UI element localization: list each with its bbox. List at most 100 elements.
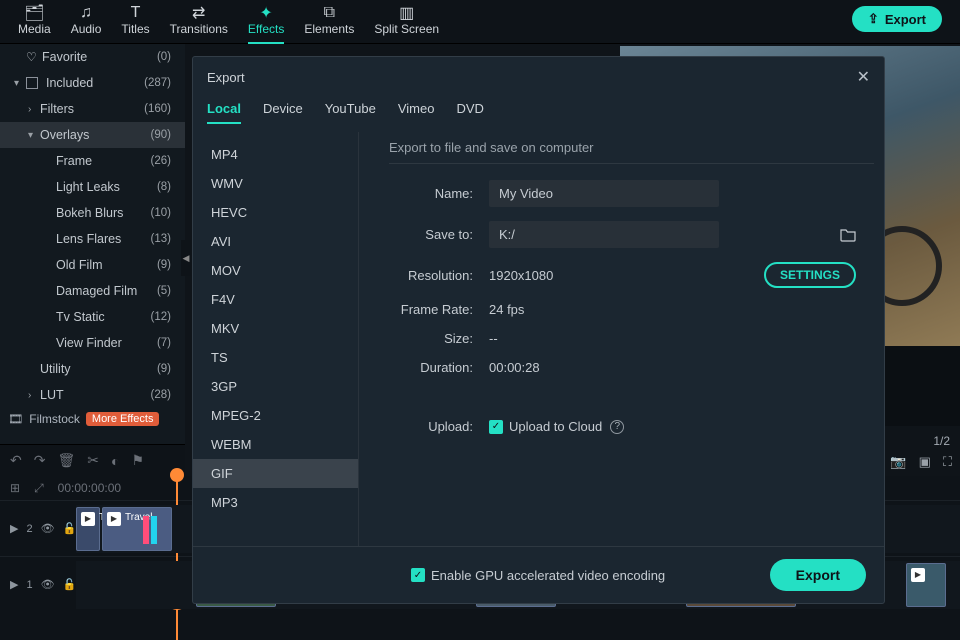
saveto-label: Save to:	[389, 227, 489, 242]
preview-fraction: 1/2	[933, 434, 950, 448]
tab-dvd[interactable]: DVD	[456, 97, 483, 124]
fullscreen-button[interactable]: ⛶	[943, 454, 952, 470]
format-mp3[interactable]: MP3	[193, 488, 358, 517]
duration-label: Duration:	[389, 360, 489, 375]
marker-button[interactable]: ⚑	[131, 452, 144, 469]
playhead[interactable]	[176, 476, 178, 640]
nav-effects[interactable]: ✦Effects	[238, 0, 294, 40]
add-track-button[interactable]: ⊞	[10, 481, 20, 495]
saveto-input[interactable]	[489, 221, 719, 248]
chevron-right-icon: ›	[28, 104, 40, 115]
more-effects-pill[interactable]: More Effects	[86, 412, 160, 426]
lock-icon[interactable]: 🔓	[63, 522, 77, 535]
sidebar-item-lens-flares[interactable]: Lens Flares(13)	[0, 226, 185, 252]
redo-button[interactable]: ↷	[34, 452, 46, 469]
browse-folder-button[interactable]	[840, 228, 856, 242]
text-icon: T	[131, 4, 141, 22]
panel-collapse-handle[interactable]: ◀	[181, 240, 191, 276]
chevron-right-icon: ›	[28, 390, 40, 401]
sidebar-filmstock[interactable]: 🎞FilmstockMore Effects	[0, 408, 185, 430]
export-heading: Export to file and save on computer	[389, 140, 874, 164]
format-mkv[interactable]: MKV	[193, 314, 358, 343]
chevron-down-icon: ▾	[14, 78, 26, 89]
help-icon[interactable]: ?	[610, 420, 624, 434]
upload-icon: ⇪	[868, 11, 879, 27]
sidebar-item-light-leaks[interactable]: Light Leaks(8)	[0, 174, 185, 200]
eye-icon[interactable]: 👁	[41, 522, 55, 535]
size-label: Size:	[389, 331, 489, 346]
nav-split-screen[interactable]: ▥Split Screen	[364, 0, 449, 40]
crop-button[interactable]: ◐	[111, 453, 119, 469]
nav-media[interactable]: 🗂Media	[8, 0, 61, 40]
upload-checkbox[interactable]: ✓	[489, 420, 503, 434]
upload-to-cloud-label: Upload to Cloud	[509, 419, 602, 434]
zoom-button[interactable]: ⤢	[34, 481, 44, 496]
quality-button[interactable]: ▣	[919, 454, 931, 470]
format-ts[interactable]: TS	[193, 343, 358, 372]
export-confirm-button[interactable]: Export	[770, 559, 866, 591]
name-input[interactable]	[489, 180, 719, 207]
export-button-top[interactable]: ⇪Export	[852, 6, 942, 32]
nav-transitions[interactable]: ⇄Transitions	[160, 0, 238, 40]
sidebar-item-damaged-film[interactable]: Damaged Film(5)	[0, 278, 185, 304]
format-mpeg2[interactable]: MPEG-2	[193, 401, 358, 430]
duration-value: 00:00:28	[489, 360, 540, 375]
timeline-clip[interactable]: ▶T	[76, 507, 100, 551]
sidebar-lut[interactable]: ›LUT(28)	[0, 382, 185, 408]
heart-icon: ♡	[26, 50, 42, 64]
cut-button[interactable]: ✂	[87, 452, 99, 469]
size-value: --	[489, 331, 498, 346]
dialog-title: Export	[207, 70, 857, 85]
tab-youtube[interactable]: YouTube	[325, 97, 376, 124]
sidebar-included[interactable]: ▾Included(287)	[0, 70, 185, 96]
upload-label: Upload:	[389, 419, 489, 434]
sidebar-item-view-finder[interactable]: View Finder(7)	[0, 330, 185, 356]
name-label: Name:	[389, 186, 489, 201]
tab-local[interactable]: Local	[207, 97, 241, 124]
sidebar-item-frame[interactable]: Frame(26)	[0, 148, 185, 174]
format-3gp[interactable]: 3GP	[193, 372, 358, 401]
lock-icon[interactable]: 🔓	[63, 578, 77, 591]
format-mp4[interactable]: MP4	[193, 140, 358, 169]
format-mov[interactable]: MOV	[193, 256, 358, 285]
filmstock-icon: 🎞	[8, 412, 23, 426]
gpu-checkbox[interactable]: ✓	[411, 568, 425, 582]
framerate-value: 24 fps	[489, 302, 524, 317]
undo-button[interactable]: ↶	[10, 452, 22, 469]
tab-vimeo[interactable]: Vimeo	[398, 97, 435, 124]
delete-button[interactable]: 🗑	[57, 452, 75, 469]
nav-titles[interactable]: TTitles	[111, 0, 159, 40]
shapes-icon: ⧉	[324, 4, 335, 22]
format-hevc[interactable]: HEVC	[193, 198, 358, 227]
gpu-checkbox-row[interactable]: ✓Enable GPU accelerated video encoding	[411, 568, 665, 583]
tab-device[interactable]: Device	[263, 97, 303, 124]
export-dialog: Export ✕ Local Device YouTube Vimeo DVD …	[192, 56, 885, 604]
format-f4v[interactable]: F4V	[193, 285, 358, 314]
sidebar-item-old-film[interactable]: Old Film(9)	[0, 252, 185, 278]
format-wmv[interactable]: WMV	[193, 169, 358, 198]
eye-icon[interactable]: 👁	[41, 578, 55, 591]
sidebar-utility[interactable]: Utility(9)	[0, 356, 185, 382]
timeline-clip[interactable]: ▶Travel	[102, 507, 172, 551]
nav-audio[interactable]: ♫Audio	[61, 0, 112, 40]
format-avi[interactable]: AVI	[193, 227, 358, 256]
folder-icon	[840, 228, 856, 242]
sidebar-item-bokeh-blurs[interactable]: Bokeh Blurs(10)	[0, 200, 185, 226]
close-button[interactable]: ✕	[857, 67, 870, 87]
sidebar-overlays[interactable]: ▾Overlays(90)	[0, 122, 185, 148]
snapshot-button[interactable]: 📷	[890, 454, 906, 470]
format-webm[interactable]: WEBM	[193, 430, 358, 459]
nav-elements[interactable]: ⧉Elements	[294, 0, 364, 40]
sidebar-filters[interactable]: ›Filters(160)	[0, 96, 185, 122]
resolution-value: 1920x1080	[489, 268, 553, 283]
sparkle-icon: ✦	[259, 4, 272, 22]
sidebar-item-tv-static[interactable]: Tv Static(12)	[0, 304, 185, 330]
timeline-clip[interactable]: ▶	[906, 563, 946, 607]
settings-button[interactable]: SETTINGS	[764, 262, 856, 288]
format-gif[interactable]: GIF	[193, 459, 358, 488]
sidebar-favorite[interactable]: ♡Favorite(0)	[0, 44, 185, 70]
framerate-label: Frame Rate:	[389, 302, 489, 317]
top-nav: 🗂Media ♫Audio TTitles ⇄Transitions ✦Effe…	[0, 0, 960, 44]
format-list: MP4 WMV HEVC AVI MOV F4V MKV TS 3GP MPEG…	[193, 132, 358, 546]
split-icon: ▥	[399, 4, 414, 22]
